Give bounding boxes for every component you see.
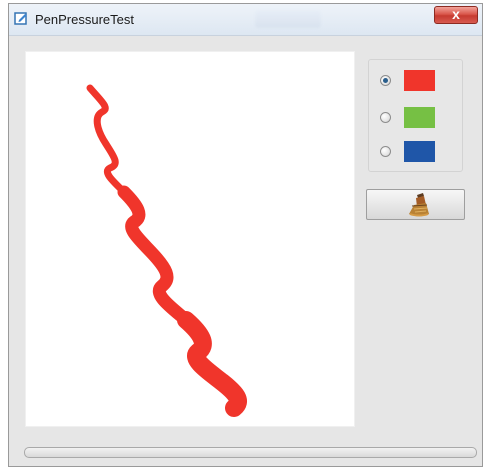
drawing-canvas[interactable] xyxy=(25,51,355,427)
close-button[interactable]: x xyxy=(434,6,478,24)
pen-edit-icon xyxy=(14,12,27,25)
green-color-swatch[interactable] xyxy=(404,107,435,128)
green-radio-button[interactable] xyxy=(380,112,391,123)
green-color-option[interactable] xyxy=(380,107,450,129)
pen-stroke-heavy-pressure xyxy=(177,311,247,417)
red-color-swatch[interactable] xyxy=(404,70,435,91)
blue-color-option[interactable] xyxy=(380,141,450,163)
pen-pressure-test-window: PenPressureTest x xyxy=(8,3,483,467)
clear-canvas-button[interactable] xyxy=(366,189,465,220)
blue-radio-button[interactable] xyxy=(380,146,391,157)
color-selector-group xyxy=(368,59,463,172)
broom-icon xyxy=(409,193,429,217)
pressure-progress-bar xyxy=(24,447,477,458)
pen-stroke-drawing xyxy=(86,84,247,417)
red-radio-button[interactable] xyxy=(380,75,391,86)
title-bar[interactable]: PenPressureTest x xyxy=(9,4,482,36)
pen-stroke xyxy=(86,84,242,412)
blue-color-swatch[interactable] xyxy=(404,141,435,162)
window-control-buttons[interactable] xyxy=(255,10,321,28)
red-color-option[interactable] xyxy=(380,70,450,92)
window-title: PenPressureTest xyxy=(35,12,134,27)
